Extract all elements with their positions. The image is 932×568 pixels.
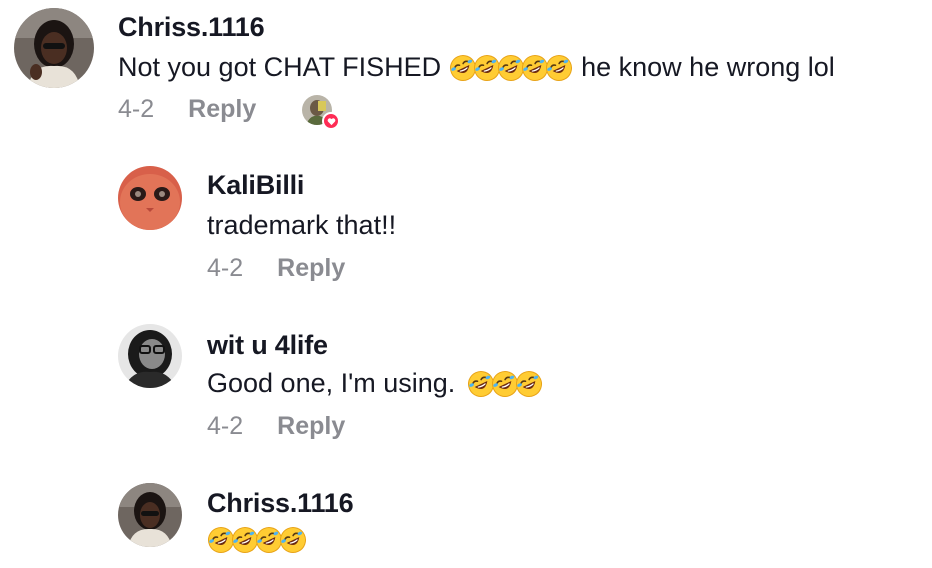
avatar[interactable]	[118, 166, 182, 230]
comment-meta: 4-2 Reply	[207, 412, 345, 441]
heart-icon	[322, 112, 340, 130]
rolling-on-floor-laughing-emoji-icon	[545, 54, 573, 82]
comment-date: 4-2	[207, 412, 244, 440]
comment-username[interactable]: KaliBilli	[207, 170, 304, 201]
reply-button[interactable]: Reply	[188, 95, 256, 124]
comment-text-part: trademark that!!	[207, 210, 397, 240]
comment-meta: 4-2 Reply	[118, 95, 256, 124]
rolling-on-floor-laughing-emoji-icon	[515, 370, 543, 398]
emoji-group	[467, 370, 543, 398]
comment-text-part: Good one, I'm using.	[207, 368, 456, 398]
avatar[interactable]	[118, 324, 182, 388]
comment-text-part: he know he wrong lol	[581, 52, 835, 82]
comment-text: Not you got CHAT FISHED he know he wrong…	[118, 52, 835, 83]
comment-meta: 4-2 Reply	[207, 254, 345, 283]
reply-button[interactable]: Reply	[277, 412, 345, 441]
comment-username[interactable]: Chriss.1116	[207, 488, 354, 519]
comment-date: 4-2	[207, 254, 244, 282]
avatar[interactable]	[14, 8, 94, 88]
emoji-group	[207, 526, 306, 554]
rolling-on-floor-laughing-emoji-icon	[279, 526, 307, 554]
reply-button[interactable]: Reply	[277, 254, 345, 283]
comment-text-part: Not you got CHAT FISHED	[118, 52, 442, 82]
avatar[interactable]	[118, 483, 182, 547]
comment-text	[207, 526, 306, 554]
comment-username[interactable]: wit u 4life	[207, 330, 328, 361]
liked-by-creator-badge[interactable]	[302, 95, 340, 131]
comment-date: 4-2	[118, 95, 155, 123]
emoji-group	[449, 54, 573, 82]
comment-text: Good one, I'm using.	[207, 368, 543, 399]
comment-username[interactable]: Chriss.1116	[118, 12, 265, 43]
comment-text: trademark that!!	[207, 210, 396, 241]
